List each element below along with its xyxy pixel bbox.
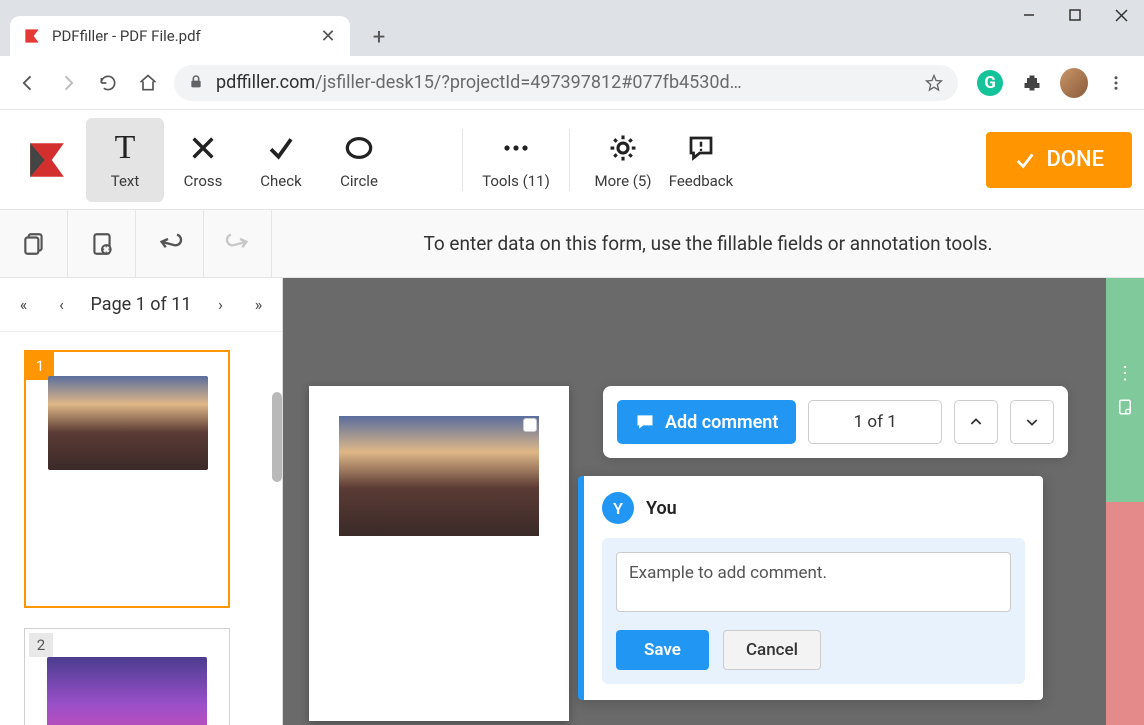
comment-icon bbox=[635, 412, 655, 432]
add-comment-button[interactable]: Add comment bbox=[617, 400, 796, 444]
tool-feedback[interactable]: Feedback bbox=[662, 118, 740, 202]
right-rail: ⋮ bbox=[1106, 278, 1144, 725]
first-page-button[interactable]: « bbox=[9, 290, 39, 320]
lock-icon bbox=[188, 74, 206, 92]
toolbar-separator bbox=[569, 129, 570, 191]
undo-button[interactable] bbox=[136, 210, 204, 278]
thumbnail-page-2[interactable]: 2 bbox=[24, 628, 230, 725]
tool-cross[interactable]: Cross bbox=[164, 118, 242, 202]
comment-counter: 1 of 1 bbox=[808, 400, 942, 444]
browser-tab[interactable]: PDFfiller - PDF File.pdf ✕ bbox=[10, 16, 350, 56]
page-number-badge: 2 bbox=[29, 633, 53, 657]
comment-actions: Save Cancel bbox=[616, 630, 1011, 670]
forward-button[interactable] bbox=[48, 63, 88, 103]
minimize-button[interactable] bbox=[1006, 0, 1052, 30]
window-controls bbox=[1006, 0, 1144, 40]
browser-window-chrome: PDFfiller - PDF File.pdf ✕ + bbox=[0, 0, 1144, 56]
reload-button[interactable] bbox=[88, 63, 128, 103]
check-icon bbox=[266, 130, 296, 166]
sidebar: « ‹ Page 1 of 11 › » 1 2 bbox=[0, 278, 283, 725]
gear-icon bbox=[608, 130, 638, 166]
comment-toolbar: Add comment 1 of 1 bbox=[603, 386, 1068, 458]
user-name: You bbox=[646, 498, 677, 519]
done-button[interactable]: DONE bbox=[986, 132, 1132, 188]
comment-textarea[interactable] bbox=[616, 552, 1011, 612]
circle-icon bbox=[345, 130, 373, 166]
extensions-icon[interactable] bbox=[1018, 69, 1046, 97]
grammarly-icon[interactable]: G bbox=[976, 69, 1004, 97]
cross-icon bbox=[189, 130, 217, 166]
maximize-button[interactable] bbox=[1052, 0, 1098, 30]
url-field[interactable]: pdffiller.com/jsfiller-desk15/?projectId… bbox=[174, 65, 958, 101]
rail-segment-top[interactable]: ⋮ bbox=[1106, 278, 1144, 502]
app-logo[interactable] bbox=[12, 130, 82, 190]
last-page-button[interactable]: » bbox=[243, 290, 273, 320]
check-icon bbox=[1014, 149, 1036, 171]
tool-circle[interactable]: Circle bbox=[320, 118, 398, 202]
browser-toolbar: pdffiller.com/jsfiller-desk15/?projectId… bbox=[0, 56, 1144, 110]
thumbnail-list[interactable]: 1 2 bbox=[0, 332, 282, 725]
tool-text[interactable]: T Text bbox=[86, 118, 164, 202]
secondary-toolbar: To enter data on this form, use the fill… bbox=[0, 210, 1144, 278]
feedback-icon bbox=[686, 130, 716, 166]
thumbnail-image bbox=[47, 657, 207, 725]
canvas-area[interactable]: Add comment 1 of 1 Y You Save Cancel bbox=[283, 278, 1106, 725]
page-label: Page 1 of 11 bbox=[91, 294, 192, 315]
next-page-button[interactable]: › bbox=[205, 290, 235, 320]
comment-user-row: Y You bbox=[602, 492, 1025, 524]
tool-check[interactable]: Check bbox=[242, 118, 320, 202]
prev-comment-button[interactable] bbox=[954, 400, 998, 444]
star-icon[interactable] bbox=[924, 73, 944, 93]
tab-title: PDFfiller - PDF File.pdf bbox=[52, 27, 318, 45]
rail-doc-icon[interactable] bbox=[1116, 398, 1134, 416]
cancel-button[interactable]: Cancel bbox=[723, 630, 821, 670]
toolbar-separator bbox=[462, 129, 463, 191]
app-toolbar: T Text Cross Check Circle Tools (11) Mor… bbox=[0, 110, 1144, 210]
url-text: pdffiller.com/jsfiller-desk15/?projectId… bbox=[216, 72, 924, 93]
rail-menu-icon[interactable]: ⋮ bbox=[1116, 363, 1134, 384]
page-navigation: « ‹ Page 1 of 11 › » bbox=[0, 278, 282, 332]
tab-close-icon[interactable]: ✕ bbox=[318, 26, 338, 46]
prev-page-button[interactable]: ‹ bbox=[47, 290, 77, 320]
page-image bbox=[339, 416, 539, 536]
redo-button[interactable] bbox=[204, 210, 272, 278]
next-comment-button[interactable] bbox=[1010, 400, 1054, 444]
extension-icons: G bbox=[976, 69, 1130, 97]
save-button[interactable]: Save bbox=[616, 630, 709, 670]
scrollbar-thumb[interactable] bbox=[272, 392, 282, 482]
page-preview[interactable] bbox=[309, 386, 569, 721]
pages-button[interactable] bbox=[0, 210, 68, 278]
settings-doc-button[interactable] bbox=[68, 210, 136, 278]
tool-more[interactable]: More (5) bbox=[584, 118, 662, 202]
comment-input-wrap: Save Cancel bbox=[602, 538, 1025, 684]
tab-favicon bbox=[22, 26, 42, 46]
comment-marker-icon[interactable] bbox=[523, 418, 537, 432]
rail-segment-bottom[interactable] bbox=[1106, 502, 1144, 725]
dots-icon bbox=[502, 130, 530, 166]
back-button[interactable] bbox=[8, 63, 48, 103]
main-area: « ‹ Page 1 of 11 › » 1 2 bbox=[0, 278, 1144, 725]
hint-text: To enter data on this form, use the fill… bbox=[272, 232, 1144, 255]
new-tab-button[interactable]: + bbox=[364, 22, 394, 52]
close-window-button[interactable] bbox=[1098, 0, 1144, 30]
thumbnail-page-1[interactable]: 1 bbox=[24, 350, 230, 608]
user-avatar-badge: Y bbox=[602, 492, 634, 524]
comment-panel: Y You Save Cancel bbox=[578, 476, 1043, 700]
text-icon: T bbox=[115, 130, 136, 166]
browser-menu-icon[interactable] bbox=[1102, 69, 1130, 97]
tool-tools[interactable]: Tools (11) bbox=[477, 118, 555, 202]
home-button[interactable] bbox=[128, 63, 168, 103]
profile-avatar[interactable] bbox=[1060, 69, 1088, 97]
thumbnail-image bbox=[48, 376, 208, 470]
